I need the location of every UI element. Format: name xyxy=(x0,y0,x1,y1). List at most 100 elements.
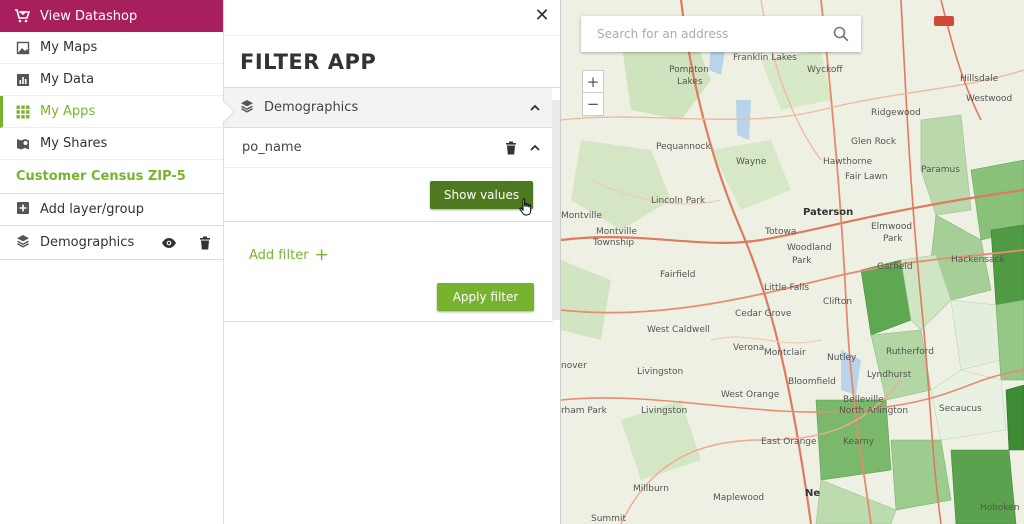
map-place-label: Verona xyxy=(733,343,765,353)
map-place-label: Hoboken xyxy=(980,503,1020,513)
map-place-label: Ne xyxy=(805,488,821,499)
nav-my-shares-label: My Shares xyxy=(40,136,108,151)
close-icon[interactable]: ✕ xyxy=(534,7,550,25)
map-place-label: rham Park xyxy=(561,406,607,416)
map-place-label: Fair Lawn xyxy=(845,172,888,182)
search-icon[interactable] xyxy=(833,26,849,42)
map-place-label: Lincoln Park xyxy=(651,196,706,206)
image-icon xyxy=(16,41,30,55)
show-values-button[interactable]: Show values xyxy=(430,181,533,209)
map-place-label: Glen Rock xyxy=(851,137,897,147)
map-place-label: Township xyxy=(593,238,635,248)
map-view[interactable]: + − Franklin Lakes Pompton Lakes Wyckoff… xyxy=(561,0,1024,524)
trash-icon[interactable] xyxy=(197,235,213,251)
map-place-label: Lakes xyxy=(677,77,703,87)
layers-icon xyxy=(16,234,30,252)
map-place-label: Belleville xyxy=(843,395,884,405)
zoom-in-button[interactable]: + xyxy=(583,71,603,93)
eye-icon[interactable] xyxy=(161,235,177,251)
cart-icon xyxy=(14,8,30,24)
map-place-label: Elmwood xyxy=(871,222,913,232)
map-place-label: Montville xyxy=(561,211,602,221)
map-place-label: Fairfield xyxy=(660,270,696,280)
trash-icon[interactable] xyxy=(504,141,518,155)
search-input[interactable] xyxy=(597,27,833,41)
map-place-label: Montclair xyxy=(764,348,806,358)
map-place-label: Park xyxy=(792,256,812,266)
filter-values-area: Show values xyxy=(224,168,552,222)
panel-scrollbar[interactable] xyxy=(552,100,560,320)
map-place-label: Park xyxy=(883,234,903,244)
map-place-label: West Orange xyxy=(721,390,780,400)
map-title[interactable]: Customer Census ZIP-5 xyxy=(0,160,223,194)
add-layer-group-button[interactable]: Add layer/group xyxy=(0,194,223,226)
map-place-label: Clifton xyxy=(823,297,853,307)
add-filter-label: Add filter xyxy=(249,247,309,263)
layer-demographics-label: Demographics xyxy=(40,235,135,250)
map-place-label: Nutley xyxy=(827,353,857,363)
map-place-label: nover xyxy=(561,361,587,371)
layer-demographics[interactable]: Demographics xyxy=(0,226,223,260)
map-place-label: East Orange xyxy=(761,437,817,447)
map-place-label: Pequannock xyxy=(656,142,711,152)
map-place-label: Livingston xyxy=(641,406,688,416)
demographics-section-header[interactable]: Demographics xyxy=(224,88,552,128)
filter-app-panel: ✕ FILTER APP Demographics po_name Show v… xyxy=(224,0,561,524)
map-place-label: Rutherford xyxy=(886,347,934,357)
map-place-label: Cedar Grove xyxy=(735,309,792,319)
panel-title: FILTER APP xyxy=(224,36,560,88)
map-place-label: Bloomfield xyxy=(788,377,836,387)
map-place-label: Paterson xyxy=(803,207,854,218)
add-layer-group-label: Add layer/group xyxy=(40,202,145,217)
panel-top-bar: ✕ xyxy=(224,0,560,36)
map-place-label: North Arlington xyxy=(839,406,909,416)
bar-chart-icon xyxy=(16,73,30,87)
map-place-label: Maplewood xyxy=(713,493,765,503)
sidebar: View Datashop My Maps My Data My Apps My… xyxy=(0,0,224,524)
zoom-out-button[interactable]: − xyxy=(583,93,603,115)
nav-my-maps[interactable]: My Maps xyxy=(0,32,223,64)
hand-cursor-icon xyxy=(519,198,533,216)
map-place-label: Summit xyxy=(591,514,626,524)
map-place-label: Hillsdale xyxy=(960,74,999,84)
view-datashop-button[interactable]: View Datashop xyxy=(0,0,223,32)
plus-square-icon xyxy=(16,201,30,219)
add-filter-button[interactable]: Add filter + xyxy=(249,245,329,265)
map-place-label: Hackensack xyxy=(951,255,1005,265)
map-place-label: Montville xyxy=(596,227,637,237)
map-place-label: Hawthorne xyxy=(823,157,873,167)
map-place-label: Wyckoff xyxy=(807,65,843,75)
map-place-label: Totowa xyxy=(765,227,797,237)
section-label: Demographics xyxy=(264,100,359,115)
map-place-label: Paramus xyxy=(921,165,960,175)
nav-my-shares[interactable]: My Shares xyxy=(0,128,223,160)
nav-my-data-label: My Data xyxy=(40,72,95,87)
apps-grid-icon xyxy=(16,105,30,119)
nav-my-apps-label: My Apps xyxy=(40,104,96,119)
map-place-label: West Caldwell xyxy=(647,325,710,335)
map-place-label: Woodland xyxy=(787,243,832,253)
chevron-up-icon[interactable] xyxy=(528,101,542,115)
chevron-up-icon[interactable] xyxy=(528,141,542,155)
map-place-label: Kearny xyxy=(843,437,875,447)
layers-icon xyxy=(240,99,254,117)
filter-field-row[interactable]: po_name xyxy=(224,128,552,168)
nav-my-apps[interactable]: My Apps xyxy=(0,96,223,128)
map-place-label: Franklin Lakes xyxy=(733,53,797,63)
map-place-label: Ridgewood xyxy=(871,108,921,118)
map-place-label: Millburn xyxy=(633,484,669,494)
map-place-label: Secaucus xyxy=(939,404,982,414)
filter-field-name: po_name xyxy=(242,140,302,155)
share-map-icon xyxy=(16,137,30,151)
zoom-control: + − xyxy=(582,70,604,116)
panel-divider xyxy=(224,321,553,322)
map-place-label: Livingston xyxy=(637,367,684,377)
map-place-label: Pompton xyxy=(669,65,709,75)
map-place-label: Lyndhurst xyxy=(867,370,912,380)
map-place-label: Little Falls xyxy=(764,283,810,293)
nav-my-data[interactable]: My Data xyxy=(0,64,223,96)
view-datashop-label: View Datashop xyxy=(40,8,138,24)
apply-filter-button[interactable]: Apply filter xyxy=(437,283,534,311)
nav-my-maps-label: My Maps xyxy=(40,40,98,55)
address-search-box[interactable] xyxy=(581,16,861,52)
